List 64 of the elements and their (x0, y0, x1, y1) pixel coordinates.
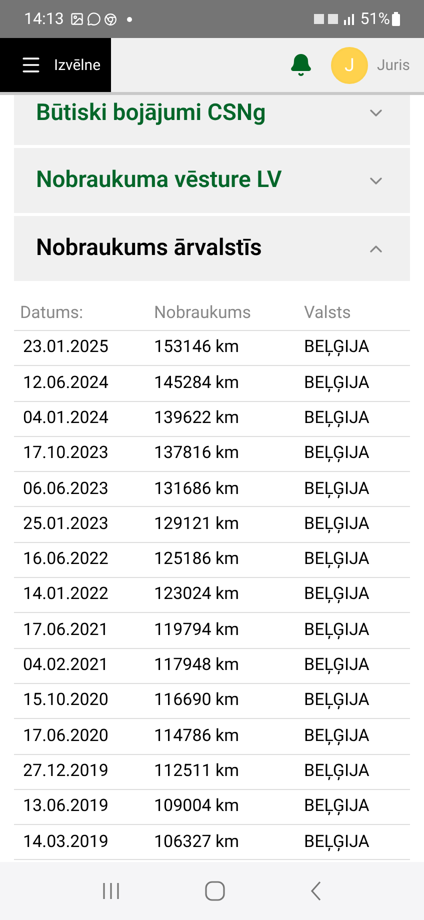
table-cell-text: 17.06.2021 (23, 618, 110, 642)
table-cell-text: BEĻĢIJA (304, 336, 370, 360)
table-cell-text: BEĻĢIJA (304, 830, 370, 854)
table-cell-text: 13.06.2019 (23, 795, 110, 818)
table-cell-text: BEĻĢIJA (304, 724, 370, 748)
chat-icon (86, 12, 101, 26)
table-cell-text: 15.10.2020 (23, 689, 110, 712)
table-cell-text: BEĻĢIJA (304, 583, 370, 606)
table-cell-text: BEĻĢIJA (304, 795, 370, 818)
image-icon (70, 12, 84, 26)
table-cell-text: 16.06.2022 (23, 548, 110, 572)
recent-apps-icon[interactable] (102, 882, 120, 900)
table-cell-text: 04.02.2021 (23, 654, 110, 678)
battery-icon (392, 12, 400, 26)
table-cell-text: 139622 km (154, 406, 240, 430)
column-header: Nobraukums (154, 302, 252, 326)
table-cell-text: BEĻĢIJA (304, 372, 370, 395)
accordion-header[interactable]: Nobraukums ārvalstīs (14, 216, 410, 281)
bell-icon[interactable] (288, 53, 313, 77)
battery-percent: 51% (360, 8, 390, 30)
table-cell-text: 114786 km (154, 724, 240, 748)
table-cell-text: 137816 km (154, 442, 240, 466)
table-cell-text: 129121 km (154, 512, 240, 536)
accordion-header[interactable]: Būtiski bojājumi CSNg (14, 95, 410, 145)
table-cell-text: 106327 km (154, 830, 240, 854)
table-cell-text: 153146 km (154, 336, 240, 360)
table-cell-text: BEĻĢIJA (304, 654, 370, 678)
table-cell-text: 112511 km (154, 760, 240, 783)
column-header: Datums: (20, 302, 84, 326)
signal-icon (314, 12, 356, 26)
table-cell-text: 145284 km (154, 372, 240, 395)
home-icon[interactable] (204, 881, 225, 901)
table-cell-text: 117948 km (154, 654, 240, 678)
table-cell-text: BEĻĢIJA (304, 760, 370, 783)
browser-icon (104, 12, 117, 26)
table-cell-text: 116690 km (154, 689, 240, 712)
table-cell-text: 06.06.2023 (23, 478, 110, 501)
back-icon[interactable] (310, 881, 322, 901)
table-cell-text: BEĻĢIJA (304, 478, 370, 501)
table-cell-text: 131686 km (154, 478, 240, 501)
table-cell-text: 14.03.2019 (23, 830, 110, 854)
table-cell-text: 12.06.2024 (23, 372, 110, 395)
table-cell-text: BEĻĢIJA (304, 442, 370, 466)
table-cell-text: 119794 km (154, 618, 240, 642)
table-cell-text: BEĻĢIJA (304, 618, 370, 642)
table-cell-text: 109004 km (154, 795, 240, 818)
status-time: 14:13 (24, 8, 64, 30)
table-cell-text: 17.10.2023 (23, 442, 110, 466)
table-cell-text: 27.12.2019 (23, 760, 110, 783)
menu-button[interactable]: Izvēlne (0, 38, 111, 92)
table-cell-text: 25.01.2023 (23, 512, 110, 536)
accordion-header[interactable]: Nobraukuma vēsture LV (14, 148, 410, 213)
table-cell-text: 123024 km (154, 583, 240, 606)
table-cell-text: 23.01.2025 (23, 336, 110, 360)
table-cell-text: 17.06.2020 (23, 724, 110, 748)
table-cell-text: BEĻĢIJA (304, 512, 370, 536)
column-header: Valsts (304, 302, 352, 326)
table-cell-text: BEĻĢIJA (304, 406, 370, 430)
table-cell-text: 04.01.2024 (23, 406, 110, 430)
table-cell-text: BEĻĢIJA (304, 689, 370, 712)
user-name: Juris (376, 54, 410, 76)
table-cell-text: BEĻĢIJA (304, 548, 370, 572)
table-cell-text: 125186 km (154, 548, 240, 572)
table-cell-text: 14.01.2022 (23, 583, 110, 606)
